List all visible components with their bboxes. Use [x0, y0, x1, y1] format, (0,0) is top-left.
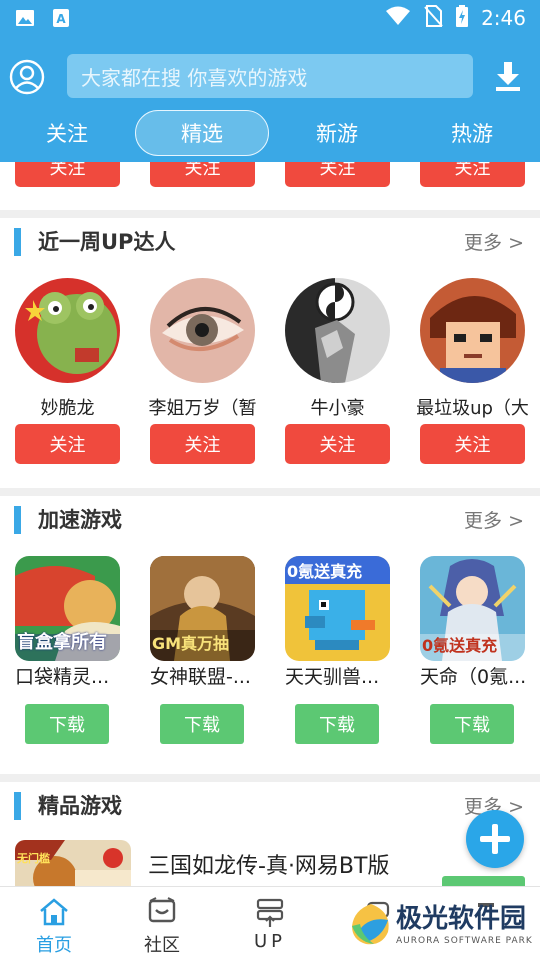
section-accent-bar — [14, 506, 21, 534]
clock-text: 2:46 — [481, 6, 526, 30]
app-header: 大家都在搜 你喜欢的游戏 关注 精选 新游 热游 — [0, 36, 540, 162]
section-title: 近一周UP达人 — [38, 230, 176, 254]
game-icon-caption: 0氪送真充 — [422, 636, 498, 655]
more-link[interactable]: 更多 > — [464, 506, 524, 533]
section-divider — [0, 774, 540, 782]
download-icon[interactable] — [492, 60, 524, 92]
download-button[interactable]: 下载 — [295, 704, 379, 744]
download-button[interactable]: 下载 — [160, 704, 244, 744]
download-button[interactable]: 下载 — [25, 704, 109, 744]
avatar[interactable] — [150, 278, 255, 383]
watermark-subtext: AURORA SOFTWARE PARK — [396, 936, 533, 946]
game-name: 天天驯兽... — [285, 666, 380, 688]
community-icon — [146, 897, 178, 927]
add-post-button[interactable] — [466, 810, 524, 868]
follow-button[interactable]: 关注 — [150, 162, 255, 187]
up-user-name: 最垃圾up（大 — [416, 398, 529, 419]
nav-community[interactable]: 社区 — [108, 887, 216, 960]
search-placeholder: 大家都在搜 你喜欢的游戏 — [81, 65, 308, 90]
tab-featured[interactable]: 精选 — [135, 110, 269, 156]
tab-new-games[interactable]: 新游 — [270, 110, 404, 156]
section-accent-bar — [14, 228, 21, 256]
download-button[interactable] — [442, 876, 525, 886]
game-icon[interactable]: 无门槛 — [15, 840, 131, 886]
nav-home[interactable]: 首页 — [0, 887, 108, 960]
follow-button[interactable]: 关注 — [15, 424, 120, 464]
premium-section-header: 精品游戏 更多 > — [0, 788, 540, 824]
game-icon-caption: GM真万抽 — [152, 634, 230, 653]
aurora-logo-icon — [352, 904, 389, 945]
nav-label: 社区 — [144, 935, 180, 956]
home-icon — [38, 897, 70, 927]
no-sim-icon — [423, 4, 443, 32]
avatar[interactable] — [285, 278, 390, 383]
download-button[interactable]: 下载 — [430, 704, 514, 744]
svg-text:A: A — [56, 12, 66, 26]
tab-hot-games[interactable]: 热游 — [405, 110, 539, 156]
plus-icon — [480, 824, 510, 854]
game-icon-caption: 0氪送真充 — [287, 562, 363, 581]
main-content: 关注 关注 关注 关注 近一周UP达人 更多 > 妙脆龙 关注 李姐万岁（暂 关… — [0, 162, 540, 886]
section-accent-bar — [14, 792, 21, 820]
game-name: 天命（0氪... — [420, 666, 527, 688]
game-icon[interactable]: GM真万抽 — [150, 556, 255, 661]
tab-follow[interactable]: 关注 — [0, 110, 134, 156]
game-icon[interactable]: 0氪送真充 — [285, 556, 390, 661]
game-icon-caption: 无门槛 — [17, 852, 50, 865]
category-tabs: 关注 精选 新游 热游 — [0, 110, 540, 158]
follow-button[interactable]: 关注 — [15, 162, 120, 187]
image-notification-icon — [14, 7, 36, 29]
follow-button[interactable]: 关注 — [420, 424, 525, 464]
more-link[interactable]: 更多 > — [464, 228, 524, 255]
nav-label: UP — [253, 931, 287, 952]
app-notification-icon: A — [50, 7, 72, 29]
game-name: 女神联盟-... — [150, 666, 251, 688]
follow-button[interactable]: 关注 — [285, 424, 390, 464]
nav-label: 首页 — [36, 935, 72, 956]
nav-up[interactable]: UP — [216, 887, 324, 960]
up-section-header: 近一周UP达人 更多 > — [0, 224, 540, 260]
wifi-icon — [385, 6, 411, 31]
section-divider — [0, 210, 540, 218]
section-title: 精品游戏 — [38, 794, 122, 818]
game-icon[interactable]: 盲盒拿所有 — [15, 556, 120, 661]
avatar[interactable] — [420, 278, 525, 383]
status-bar: A 2:46 — [0, 0, 540, 36]
avatar[interactable] — [15, 278, 120, 383]
up-icon — [254, 897, 286, 927]
watermark-text: 极光软件园 — [396, 904, 527, 934]
up-user-name: 李姐万岁（暂 — [148, 398, 257, 419]
previous-section-strip: 关注 关注 关注 关注 — [0, 162, 540, 210]
speed-section-header: 加速游戏 更多 > — [0, 502, 540, 538]
user-avatar-icon[interactable] — [8, 58, 46, 96]
follow-button[interactable]: 关注 — [150, 424, 255, 464]
section-divider — [0, 488, 540, 496]
up-user-name: 妙脆龙 — [40, 398, 95, 419]
watermark: 极光软件园 AURORA SOFTWARE PARK — [346, 894, 536, 958]
follow-button[interactable]: 关注 — [420, 162, 525, 187]
battery-charging-icon — [455, 4, 469, 32]
game-icon-caption: 盲盒拿所有 — [17, 632, 107, 653]
section-title: 加速游戏 — [38, 508, 122, 532]
game-name: 三国如龙传-真·网易BT版 — [148, 854, 390, 879]
game-name: 口袋精灵... — [15, 666, 110, 688]
search-input[interactable]: 大家都在搜 你喜欢的游戏 — [67, 54, 473, 98]
game-icon[interactable]: 0氪送真充 — [420, 556, 525, 661]
follow-button[interactable]: 关注 — [285, 162, 390, 187]
up-user-name: 牛小豪 — [310, 398, 365, 419]
